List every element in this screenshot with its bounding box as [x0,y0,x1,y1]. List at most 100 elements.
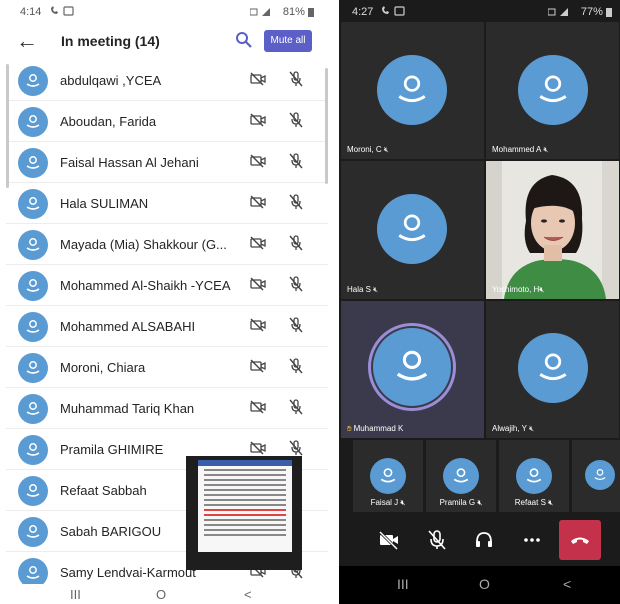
mic-muted-icon: 🔇︎ [528,424,535,433]
participant-name: abdulqawi ,YCEA [60,73,162,88]
mic-muted-icon [289,194,303,215]
status-time: 4:14 [20,6,42,18]
list-scrollbar[interactable] [325,68,328,184]
participant-small-tile[interactable]: Refaat S 🔇︎ [499,440,569,512]
participant-tile[interactable]: Mohammed A 🔇︎ [486,22,619,159]
avatar [18,353,48,383]
avatar [18,66,48,96]
participant-name: Muhammad Tariq Khan [60,401,195,416]
participant-tile-name: Mohammed A [492,145,542,154]
notification-icons [50,6,76,19]
participant-row[interactable]: Aboudan, Farida [6,101,328,142]
notification-icons [381,6,407,19]
mute-toggle-button[interactable] [425,528,449,552]
search-icon[interactable] [234,30,254,50]
mute-all-button[interactable]: Mute all [264,30,312,52]
recents-button[interactable]: III [397,576,409,592]
avatar [18,271,48,301]
avatar [18,435,48,465]
participant-tile-name: Yoshimoto, H [492,285,540,294]
camera-off-icon [250,318,266,337]
participant-row[interactable]: Muhammad Tariq Khan [6,388,328,429]
mic-muted-icon: 🔇︎ [477,498,483,507]
shared-screen-thumbnail[interactable] [186,456,302,570]
participant-small-tile[interactable] [572,440,620,512]
participant-small-tile[interactable]: Pramila G 🔇︎ [426,440,496,512]
participant-tile[interactable]: Alwajih, Y 🔇︎ [486,301,619,438]
avatar [373,328,451,406]
camera-off-icon [250,277,266,296]
avatar [516,458,552,494]
mic-muted-icon [289,153,303,174]
mic-muted-icon [428,530,446,550]
mic-muted-icon: 🔇︎ [373,285,379,294]
participant-tile-name: Moroni, C [347,145,382,154]
avatar [18,476,48,506]
avatar [370,458,406,494]
camera-off-icon [250,154,266,173]
shared-document-preview [198,460,292,552]
nav-back-button[interactable]: < [244,587,252,602]
camera-off-icon [250,236,266,255]
participant-tile-name: Refaat S [514,498,546,507]
status-bar: 4:27 77% [339,0,620,22]
participant-small-tile[interactable]: Faisal J 🔇︎ [353,440,423,512]
participant-row[interactable]: Mayada (Mia) Shakkour (G... [6,224,328,265]
mic-muted-icon: 🔇︎ [539,285,545,294]
avatar [18,189,48,219]
participant-tile-name: Muhammad K [353,424,404,433]
participant-tile-speaking[interactable]: ✋︎ Muhammad K [341,301,484,438]
mic-muted-icon: 🔇︎ [548,498,554,507]
participant-row[interactable]: Mohammed Al-Shaikh -YCEA [6,265,328,306]
participant-row[interactable]: Mohammed ALSABAHI [6,306,328,347]
participant-row[interactable]: abdulqawi ,YCEA [6,60,328,101]
edge-scroll-indicator [6,64,9,188]
mic-muted-icon: 🔇︎ [543,145,549,154]
android-nav-bar: III O < [6,584,328,604]
participant-name: Mohammed ALSABAHI [60,319,196,334]
participant-name: Moroni, Chiara [60,360,146,375]
avatar [18,394,48,424]
participant-tile[interactable]: Hala S 🔇︎ [341,161,484,299]
participant-video-tile[interactable]: Yoshimoto, H🔇︎ [486,161,619,299]
audio-output-button[interactable] [472,528,496,552]
recents-button[interactable]: III [70,587,81,602]
participant-name: Refaat Sabbah [60,483,147,498]
participant-row[interactable]: Hala SULIMAN [6,183,328,224]
participant-row[interactable]: Moroni, Chiara [6,347,328,388]
camera-off-icon [250,72,266,91]
participant-tile-name: Hala S [347,285,372,294]
participant-tile-name: Pramila G [439,498,476,507]
page-title: In meeting (14) [61,33,160,49]
back-arrow-icon[interactable]: ← [16,28,38,54]
camera-off-icon [250,359,266,378]
mic-muted-icon [289,317,303,338]
avatar [377,55,447,125]
battery-level: 77% [580,6,603,18]
avatar [518,55,588,125]
status-bar: 4:14 81% [6,0,328,24]
camera-toggle-button[interactable] [377,528,401,552]
participant-tile[interactable]: Moroni, C 🔇︎ [341,22,484,159]
call-controls [339,514,620,566]
participant-tile-name: Alwajih, Y [492,424,527,433]
mic-muted-icon [289,112,303,133]
nav-back-button[interactable]: < [563,576,571,592]
avatar [518,333,588,403]
call-screen: 4:27 77% Moroni, C 🔇︎ Mohammed A 🔇︎ Hala S… [339,0,620,604]
participants-screen: 4:14 81% ← In meeting (14) Mute all abdu… [6,0,328,604]
mic-muted-icon [289,71,303,92]
avatar [18,517,48,547]
avatar [18,107,48,137]
hang-up-button[interactable] [559,520,601,560]
home-button[interactable]: O [479,576,490,592]
home-button[interactable]: O [156,587,166,602]
participant-row[interactable]: Faisal Hassan Al Jehani [6,142,328,183]
participant-name: Samy Lendvai-Karmout [60,565,196,580]
participant-name: Mayada (Mia) Shakkour (G... [60,237,227,252]
mic-muted-icon [289,358,303,379]
more-options-button[interactable] [520,528,544,552]
avatar [377,194,447,264]
status-time: 4:27 [352,6,374,18]
camera-off-icon [250,113,266,132]
